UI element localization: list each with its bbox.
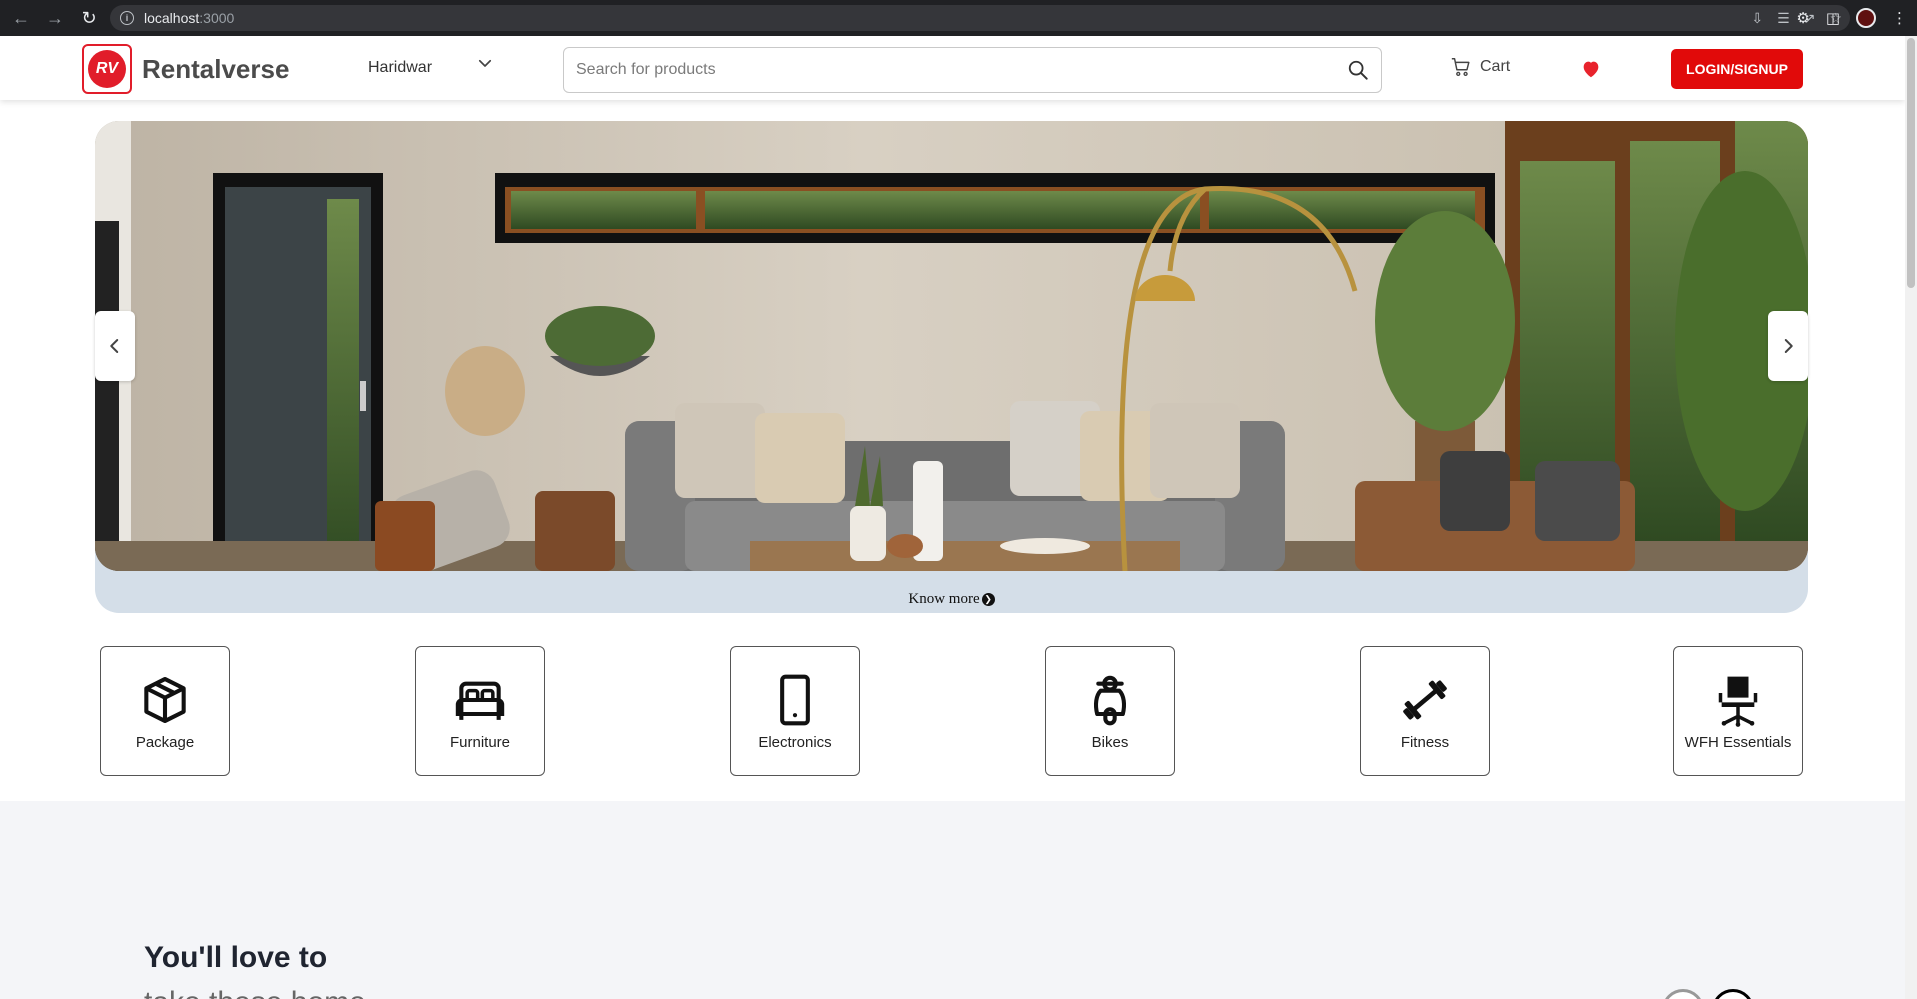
category-bikes[interactable]: Bikes [1045, 646, 1175, 776]
back-icon[interactable]: ← [8, 5, 34, 31]
reload-icon[interactable]: ↻ [76, 5, 102, 31]
hero-prev-button[interactable] [95, 311, 135, 381]
scrollbar-thumb[interactable] [1907, 38, 1915, 288]
address-bar[interactable]: i localhost:3000 ⇩ ☰ ↗ ☆ [110, 5, 1850, 31]
browser-toolbar: ← → ↻ i localhost:3000 ⇩ ☰ ↗ ☆ ⚙ ◫ ⋮ [0, 0, 1917, 36]
logo[interactable]: RV [82, 44, 132, 94]
category-label: Electronics [758, 733, 832, 751]
category-package[interactable]: Package [100, 646, 230, 776]
menu-icon[interactable]: ⋮ [1892, 9, 1907, 27]
section-subtitle: take these home [144, 986, 366, 999]
login-signup-button[interactable]: LOGIN/SIGNUP [1671, 49, 1803, 89]
category-label: WFH Essentials [1684, 733, 1792, 751]
carousel-prev-button[interactable] [1662, 989, 1704, 999]
living-room-illustration [95, 121, 1808, 571]
search-icon[interactable] [1347, 59, 1369, 81]
sidebar-icon[interactable]: ◫ [1826, 9, 1840, 27]
translate-icon[interactable]: ☰ [1777, 10, 1790, 27]
search-bar [563, 47, 1382, 93]
scrollbar[interactable] [1905, 36, 1917, 999]
office-chair-icon [1718, 676, 1758, 727]
phone-icon [780, 674, 810, 725]
category-label: Furniture [449, 733, 511, 751]
arrow-right-circle-icon: ❯ [981, 593, 995, 606]
site-header: RV Rentalverse Haridwar Cart LOGIN/SIGNU… [0, 36, 1905, 100]
category-furniture[interactable]: Furniture [415, 646, 545, 776]
box-icon [144, 676, 186, 723]
dumbbell-icon [1403, 679, 1447, 720]
scooter-icon [1093, 675, 1127, 725]
hero-image [95, 121, 1808, 571]
category-fitness[interactable]: Fitness [1360, 646, 1490, 776]
chevron-left-icon [110, 339, 119, 353]
url-host: localhost [144, 10, 200, 26]
cart-label: Cart [1480, 58, 1511, 75]
category-label: Bikes [1091, 733, 1129, 751]
bed-icon [455, 681, 505, 720]
hero-next-button[interactable] [1768, 311, 1808, 381]
install-icon[interactable]: ⇩ [1751, 10, 1763, 27]
heart-icon[interactable] [1580, 58, 1602, 80]
category-label: Fitness [1400, 733, 1450, 751]
love-section: You'll love to take these home [0, 801, 1905, 999]
category-label: Package [135, 733, 195, 751]
category-list: Package Furniture Electronics Bikes Fitn… [100, 646, 1803, 776]
brand-name[interactable]: Rentalverse [142, 54, 289, 85]
chevron-down-icon[interactable] [476, 54, 494, 72]
city-selector[interactable]: Haridwar [368, 59, 432, 77]
url-port: :3000 [199, 10, 235, 26]
forward-icon[interactable]: → [42, 5, 68, 31]
cart-link[interactable]: Cart [1450, 56, 1510, 78]
know-more-link[interactable]: Know more ❯ [95, 591, 1808, 608]
page-viewport: RV Rentalverse Haridwar Cart LOGIN/SIGNU… [0, 36, 1905, 999]
info-icon[interactable]: i [120, 11, 134, 25]
category-wfh-essentials[interactable]: WFH Essentials [1673, 646, 1803, 776]
chevron-right-icon [1784, 339, 1793, 353]
hero-banner: Know more ❯ [95, 121, 1808, 613]
logo-mark: RV [88, 50, 126, 88]
search-input[interactable] [576, 61, 1347, 79]
cart-icon [1451, 58, 1470, 77]
know-more-label: Know more [908, 591, 980, 607]
carousel-next-button[interactable] [1712, 989, 1754, 999]
category-electronics[interactable]: Electronics [730, 646, 860, 776]
section-title: You'll love to [144, 941, 328, 974]
extensions-icon[interactable]: ⚙ [1796, 9, 1809, 27]
profile-icon[interactable] [1856, 8, 1876, 28]
